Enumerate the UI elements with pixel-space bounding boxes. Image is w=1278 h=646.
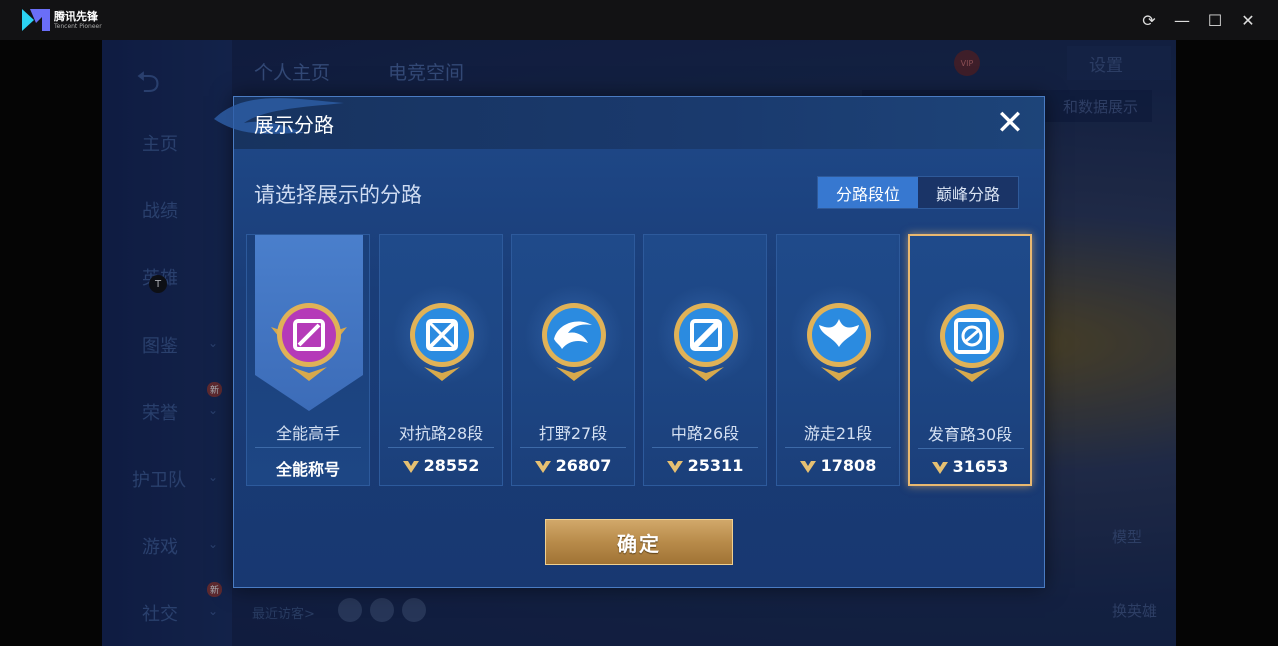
rank-points-icon <box>534 460 551 473</box>
lane-card-clash[interactable]: 对抗路28段 28552 <box>379 234 503 486</box>
lane-score: 31653 <box>910 457 1030 476</box>
pioneer-logo-icon <box>22 9 50 31</box>
score-value: 17808 <box>820 456 877 475</box>
lane-cards: 全能高手 全能称号 对抗路28段 28552 打野27段 26807 中路26段… <box>246 234 1034 486</box>
lane-card-roam[interactable]: 游走21段 17808 <box>776 234 900 486</box>
segment-control: 分路段位 巅峰分路 <box>817 176 1019 209</box>
score-value: 28552 <box>423 456 480 475</box>
minimize-icon[interactable]: — <box>1170 8 1194 32</box>
dialog-title: 展示分路 <box>254 113 334 137</box>
clash-lane-badge-icon <box>410 303 474 381</box>
divider <box>520 447 626 448</box>
rank-points-icon <box>402 460 419 473</box>
tab-peak-lane[interactable]: 巅峰分路 <box>918 177 1018 208</box>
divider <box>785 447 891 448</box>
dialog-header <box>234 97 1044 149</box>
app-name-en: Tencent Pioneer <box>54 22 102 30</box>
close-dialog-icon[interactable]: ✕ <box>992 105 1028 141</box>
lane-name: 全能高手 <box>275 424 340 443</box>
confirm-button[interactable]: 确定 <box>545 519 733 565</box>
lane-score: 28552 <box>380 456 502 475</box>
divider <box>918 448 1024 449</box>
left-letterbox <box>0 40 102 646</box>
rank-points-icon <box>799 460 816 473</box>
lane-card-farm[interactable]: 发育路30段 31653 <box>908 234 1032 486</box>
mid-lane-badge-icon <box>674 303 738 381</box>
divider <box>255 447 361 448</box>
maximize-icon[interactable]: ☐ <box>1203 8 1227 32</box>
lane-score: 26807 <box>512 456 634 475</box>
lane-score: 17808 <box>777 456 899 475</box>
app-name: 腾讯先锋 <box>54 9 98 23</box>
score-value: 31653 <box>952 457 1009 476</box>
right-letterbox <box>1176 40 1278 646</box>
lane-card-all-round[interactable]: 全能高手 全能称号 <box>246 234 370 486</box>
refresh-icon[interactable]: ⟳ <box>1137 8 1161 32</box>
jungle-badge-icon <box>542 303 606 381</box>
all-round-badge-icon <box>271 303 347 381</box>
lane-name: 打野27段 <box>538 424 608 443</box>
lane-card-jungle[interactable]: 打野27段 26807 <box>511 234 635 486</box>
score-value: 全能称号 <box>275 460 340 479</box>
rank-points-icon <box>666 460 683 473</box>
lane-name: 游走21段 <box>803 424 873 443</box>
tab-lane-rank[interactable]: 分路段位 <box>818 177 918 208</box>
score-value: 25311 <box>687 456 744 475</box>
lane-name: 中路26段 <box>670 424 740 443</box>
farm-lane-badge-icon <box>940 304 1004 382</box>
lane-display-dialog: 展示分路 ✕ 请选择展示的分路 分路段位 巅峰分路 全能高手 全能称号 对抗路2… <box>214 96 1045 588</box>
emulator-titlebar: 腾讯先锋 Tencent Pioneer ⟳ — ☐ ✕ <box>0 0 1278 40</box>
rank-points-icon <box>931 461 948 474</box>
score-value: 26807 <box>555 456 612 475</box>
roam-badge-icon <box>807 303 871 381</box>
lane-score: 全能称号 <box>247 456 369 480</box>
divider <box>652 447 758 448</box>
lane-name: 对抗路28段 <box>398 424 484 443</box>
dialog-subtitle: 请选择展示的分路 <box>254 183 422 207</box>
close-window-icon[interactable]: ✕ <box>1236 8 1260 32</box>
lane-card-mid[interactable]: 中路26段 25311 <box>643 234 767 486</box>
lane-score: 25311 <box>644 456 766 475</box>
app-logo: 腾讯先锋 Tencent Pioneer <box>20 6 106 34</box>
divider <box>388 447 494 448</box>
lane-name: 发育路30段 <box>927 425 1013 444</box>
